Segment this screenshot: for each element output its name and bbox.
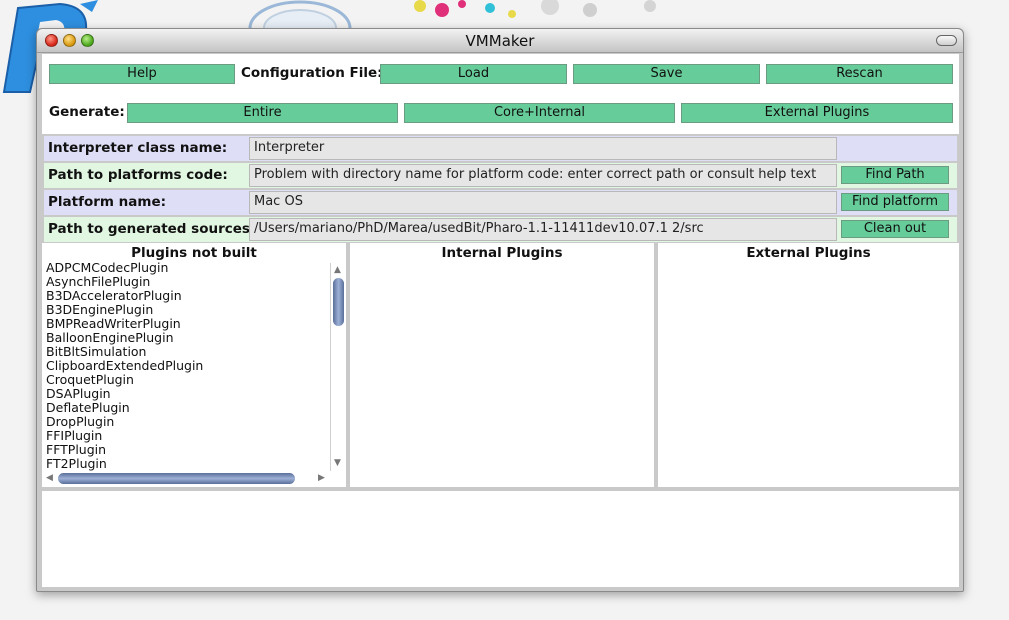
list-item[interactable]: B3DAcceleratorPlugin xyxy=(46,289,203,303)
scroll-left-icon[interactable]: ◀ xyxy=(46,473,53,483)
list-item[interactable]: BalloonEnginePlugin xyxy=(46,331,203,345)
horizontal-scrollbar[interactable]: ◀ ▶ xyxy=(44,471,330,485)
vertical-scroll-thumb[interactable] xyxy=(333,278,344,326)
list-item[interactable]: AsynchFilePlugin xyxy=(46,275,203,289)
list-item[interactable]: BitBltSimulation xyxy=(46,345,203,359)
list-item[interactable]: FFIPlugin xyxy=(46,429,203,443)
config-file-label: Configuration File: xyxy=(241,65,383,81)
save-button[interactable]: Save xyxy=(573,64,760,84)
top-panel: Help Configuration File: Load Save Resca… xyxy=(42,54,959,134)
list-item[interactable]: ADPCMCodecPlugin xyxy=(46,261,203,275)
vertical-scrollbar[interactable]: ▲ ▼ xyxy=(330,263,344,471)
plugins-not-built-panel: Plugins not built ADPCMCodecPlugin Asynch… xyxy=(42,243,346,487)
desktop-splash xyxy=(230,0,870,30)
log-panel[interactable] xyxy=(42,491,959,587)
platforms-path-label: Path to platforms code: xyxy=(48,167,228,183)
list-item[interactable]: DSAPlugin xyxy=(46,387,203,401)
window-title: VMMaker xyxy=(465,32,535,50)
generated-path-field[interactable]: /Users/mariano/PhD/Marea/usedBit/Pharo-1… xyxy=(249,218,837,241)
entire-button[interactable]: Entire xyxy=(127,103,398,123)
platforms-path-field[interactable]: Problem with directory name for platform… xyxy=(249,164,837,187)
internal-plugins-title: Internal Plugins xyxy=(441,245,563,261)
platform-name-label: Platform name: xyxy=(48,194,166,210)
interpreter-label: Interpreter class name: xyxy=(48,140,228,156)
title-bar[interactable]: VMMaker xyxy=(37,29,963,53)
generated-path-label: Path to generated sources: xyxy=(48,221,256,237)
window-content: Help Configuration File: Load Save Resca… xyxy=(42,54,959,587)
scroll-up-icon[interactable]: ▲ xyxy=(334,265,341,275)
plugins-not-built-title: Plugins not built xyxy=(131,245,257,261)
core-internal-button[interactable]: Core+Internal xyxy=(404,103,675,123)
help-button[interactable]: Help xyxy=(49,64,235,84)
platform-name-field[interactable]: Mac OS xyxy=(249,191,837,214)
scroll-down-icon[interactable]: ▼ xyxy=(334,458,341,468)
find-path-button[interactable]: Find Path xyxy=(841,166,949,184)
toolbar-toggle-icon[interactable] xyxy=(936,35,957,46)
plugin-lists: Plugins not built ADPCMCodecPlugin Asynch… xyxy=(42,243,959,487)
external-plugins-title: External Plugins xyxy=(746,245,871,261)
list-item[interactable]: ClipboardExtendedPlugin xyxy=(46,359,203,373)
platform-name-row: Platform name: Mac OS Find platform xyxy=(44,190,957,215)
interpreter-row: Interpreter class name: Interpreter xyxy=(44,136,957,161)
internal-plugins-panel[interactable]: Internal Plugins xyxy=(350,243,654,487)
load-button[interactable]: Load xyxy=(380,64,567,84)
list-item[interactable]: FT2Plugin xyxy=(46,457,203,471)
list-item[interactable]: CroquetPlugin xyxy=(46,373,203,387)
rescan-button[interactable]: Rescan xyxy=(766,64,953,84)
list-item[interactable]: B3DEnginePlugin xyxy=(46,303,203,317)
clean-out-button[interactable]: Clean out xyxy=(841,220,949,238)
settings-fields: Interpreter class name: Interpreter Path… xyxy=(42,134,959,243)
interpreter-row-spacer xyxy=(839,136,957,161)
list-item[interactable]: FFTPlugin xyxy=(46,443,203,457)
generate-label: Generate: xyxy=(49,104,125,120)
scroll-right-icon[interactable]: ▶ xyxy=(318,473,325,483)
generated-path-row: Path to generated sources: /Users/marian… xyxy=(44,217,957,242)
platforms-path-row: Path to platforms code: Problem with dir… xyxy=(44,163,957,188)
find-platform-button[interactable]: Find platform xyxy=(841,193,949,211)
plugins-not-built-list[interactable]: ADPCMCodecPlugin AsynchFilePlugin B3DAccel… xyxy=(46,261,203,471)
vmmaker-window: VMMaker Help Configuration File: Load Sa… xyxy=(36,28,964,592)
external-plugins-button[interactable]: External Plugins xyxy=(681,103,953,123)
list-item[interactable]: DeflatePlugin xyxy=(46,401,203,415)
external-plugins-panel[interactable]: External Plugins xyxy=(658,243,959,487)
list-item[interactable]: BMPReadWriterPlugin xyxy=(46,317,203,331)
interpreter-field[interactable]: Interpreter xyxy=(249,137,837,160)
list-item[interactable]: DropPlugin xyxy=(46,415,203,429)
horizontal-scroll-thumb[interactable] xyxy=(58,473,295,484)
